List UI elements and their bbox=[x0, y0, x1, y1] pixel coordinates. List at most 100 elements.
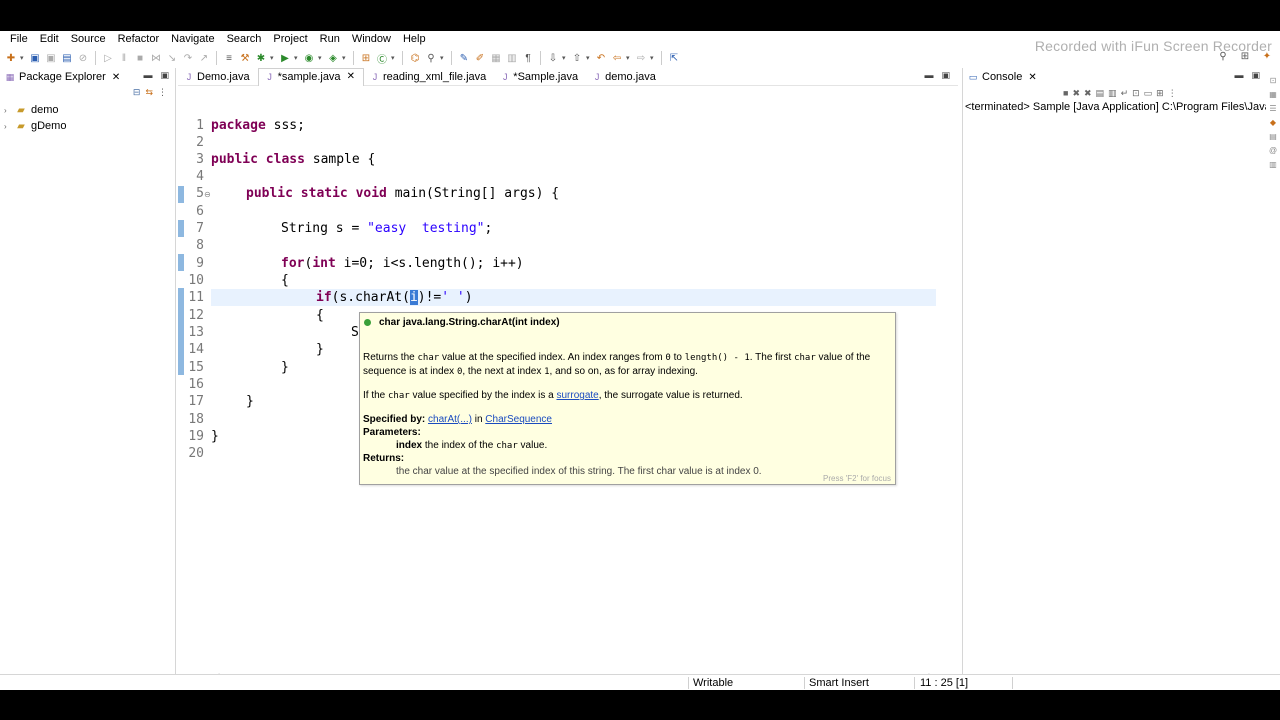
problems-icon[interactable]: ▤ bbox=[1269, 132, 1278, 141]
menu-project[interactable]: Project bbox=[267, 31, 313, 47]
search-toolbar-icon[interactable]: ⚲ bbox=[424, 51, 438, 65]
close-icon[interactable]: ✕ bbox=[112, 72, 120, 83]
menu-navigate[interactable]: Navigate bbox=[165, 31, 220, 47]
dropdown-arrow-icon[interactable]: ▾ bbox=[440, 54, 446, 62]
close-icon[interactable]: ✕ bbox=[1028, 72, 1036, 83]
dropdown-arrow-icon[interactable]: ▾ bbox=[586, 54, 592, 62]
console-tab[interactable]: ▭ Console ✕ bbox=[963, 68, 1041, 86]
open-type-icon[interactable]: ⌬ bbox=[408, 51, 422, 65]
menu-refactor[interactable]: Refactor bbox=[112, 31, 166, 47]
show-whitespace-icon[interactable]: ▥ bbox=[505, 51, 519, 65]
step-into-icon[interactable]: ↘ bbox=[165, 51, 179, 65]
open-console-icon[interactable]: ⊞ bbox=[1156, 88, 1164, 99]
maximize-icon[interactable]: ▣ bbox=[160, 70, 169, 81]
new-icon[interactable]: ✚ bbox=[4, 51, 18, 65]
tab-sample-java-2[interactable]: J *Sample.java bbox=[494, 68, 586, 86]
minimize-icon[interactable]: ▬ bbox=[1234, 70, 1243, 81]
declaration-icon[interactable]: ▥ bbox=[1269, 160, 1278, 169]
dropdown-arrow-icon[interactable]: ▾ bbox=[318, 54, 324, 62]
display-console-icon[interactable]: ▭ bbox=[1144, 88, 1153, 99]
save-all-icon[interactable]: ▣ bbox=[44, 51, 58, 65]
next-annotation-icon[interactable]: ⇩ bbox=[546, 51, 560, 65]
previous-annotation-icon[interactable]: ⇧ bbox=[570, 51, 584, 65]
minimize-icon[interactable]: ▬ bbox=[143, 70, 152, 81]
tab-sample-java[interactable]: J *sample.java ✕ bbox=[257, 67, 364, 86]
external-tools-icon[interactable]: ◈ bbox=[326, 51, 340, 65]
terminate-icon[interactable]: ■ bbox=[133, 51, 147, 65]
menu-source[interactable]: Source bbox=[65, 31, 112, 47]
remove-all-icon[interactable]: ✖ bbox=[1084, 88, 1092, 99]
save-icon[interactable]: ▣ bbox=[28, 51, 42, 65]
tab-demo-java[interactable]: J Demo.java bbox=[178, 68, 258, 86]
dropdown-arrow-icon[interactable]: ▾ bbox=[342, 54, 348, 62]
coverage-icon[interactable]: ◉ bbox=[302, 51, 316, 65]
link-with-editor-icon[interactable]: ⇆ bbox=[145, 87, 153, 98]
java-perspective-icon[interactable]: ✦ bbox=[1260, 49, 1274, 63]
terminate-icon[interactable]: ■ bbox=[1063, 88, 1068, 99]
maximize-icon[interactable]: ▣ bbox=[1251, 70, 1260, 81]
menu-window[interactable]: Window bbox=[346, 31, 397, 47]
disconnect-icon[interactable]: ⋈ bbox=[149, 51, 163, 65]
menu-help[interactable]: Help bbox=[397, 31, 432, 47]
debug-icon[interactable]: ✱ bbox=[254, 51, 268, 65]
toggle-highlight-icon[interactable]: ✐ bbox=[473, 51, 487, 65]
step-return-icon[interactable]: ↗ bbox=[197, 51, 211, 65]
dropdown-arrow-icon[interactable]: ▾ bbox=[270, 54, 276, 62]
menu-edit[interactable]: Edit bbox=[34, 31, 65, 47]
view-menu-icon[interactable]: ⋮ bbox=[1168, 88, 1177, 99]
dropdown-arrow-icon[interactable]: ▾ bbox=[20, 54, 26, 62]
pilcrow-icon[interactable]: ¶ bbox=[521, 51, 535, 65]
javadoc-hover-popup[interactable]: char java.lang.String.charAt(int index) … bbox=[359, 312, 896, 485]
selected-text[interactable]: i bbox=[409, 290, 418, 305]
task-list-icon[interactable]: ☰ bbox=[1269, 104, 1278, 113]
word-wrap-icon[interactable]: ↵ bbox=[1121, 88, 1129, 99]
package-explorer-tab[interactable]: ▦ Package Explorer ✕ bbox=[0, 68, 124, 86]
view-menu-icon[interactable]: ⋮ bbox=[158, 87, 167, 98]
pin-console-icon[interactable]: ⊡ bbox=[1132, 88, 1140, 99]
suspend-icon[interactable]: ‖ bbox=[117, 51, 131, 65]
fold-toggle-icon[interactable]: ⊖ bbox=[204, 190, 211, 199]
dropdown-arrow-icon[interactable]: ▾ bbox=[562, 54, 568, 62]
tree-item-demo[interactable]: › ▰ demo bbox=[4, 102, 66, 118]
skip-breakpoints-icon[interactable]: ⊘ bbox=[76, 51, 90, 65]
pin-editor-icon[interactable]: ⇱ bbox=[667, 51, 681, 65]
print-icon[interactable]: ▤ bbox=[60, 51, 74, 65]
tree-item-gdemo[interactable]: › ▰ gDemo bbox=[4, 118, 66, 134]
remove-launch-icon[interactable]: ✖ bbox=[1072, 88, 1080, 99]
tab-demo-java-2[interactable]: J demo.java bbox=[586, 68, 664, 86]
menu-search[interactable]: Search bbox=[221, 31, 268, 47]
minimize-icon[interactable]: ▬ bbox=[924, 70, 933, 81]
close-icon[interactable]: ✕ bbox=[347, 68, 355, 86]
surrogate-link[interactable]: surrogate bbox=[556, 390, 598, 401]
forward-icon[interactable]: ⇨ bbox=[634, 51, 648, 65]
clear-console-icon[interactable]: ▤ bbox=[1096, 88, 1105, 99]
open-perspective-icon[interactable]: ⊞ bbox=[1238, 49, 1252, 63]
dropdown-arrow-icon[interactable]: ▾ bbox=[391, 54, 397, 62]
run-icon[interactable]: ▶ bbox=[278, 51, 292, 65]
tab-reading-xml-file-java[interactable]: J reading_xml_file.java bbox=[364, 68, 494, 86]
last-edit-location-icon[interactable]: ↶ bbox=[594, 51, 608, 65]
dropdown-arrow-icon[interactable]: ▾ bbox=[294, 54, 300, 62]
dropdown-arrow-icon[interactable]: ▾ bbox=[650, 54, 656, 62]
expand-arrow-icon[interactable]: › bbox=[4, 106, 14, 115]
menu-run[interactable]: Run bbox=[314, 31, 346, 47]
charsequence-link[interactable]: CharSequence bbox=[485, 414, 552, 425]
new-java-class-icon[interactable]: Ⓒ bbox=[375, 51, 389, 66]
use-step-filters-icon[interactable]: ≡ bbox=[222, 51, 236, 65]
charat-link[interactable]: charAt(...) bbox=[428, 414, 472, 425]
step-over-icon[interactable]: ↷ bbox=[181, 51, 195, 65]
menu-file[interactable]: File bbox=[4, 31, 34, 47]
dropdown-arrow-icon[interactable]: ▾ bbox=[626, 54, 632, 62]
maximize-icon[interactable]: ▣ bbox=[941, 70, 950, 81]
javadoc-icon[interactable]: @ bbox=[1269, 146, 1278, 155]
resume-icon[interactable]: ▷ bbox=[101, 51, 115, 65]
task-icon[interactable]: ⚒ bbox=[238, 51, 252, 65]
toggle-mark-occurrences-icon[interactable]: ✎ bbox=[457, 51, 471, 65]
restore-icon[interactable]: ⊡ bbox=[1269, 76, 1278, 85]
java-icon[interactable]: ◆ bbox=[1269, 118, 1278, 127]
new-java-package-icon[interactable]: ⊞ bbox=[359, 51, 373, 65]
scroll-lock-icon[interactable]: ▥ bbox=[1108, 88, 1117, 99]
toggle-block-selection-icon[interactable]: ▦ bbox=[489, 51, 503, 65]
back-icon[interactable]: ⇦ bbox=[610, 51, 624, 65]
outline-icon[interactable]: ▦ bbox=[1269, 90, 1278, 99]
